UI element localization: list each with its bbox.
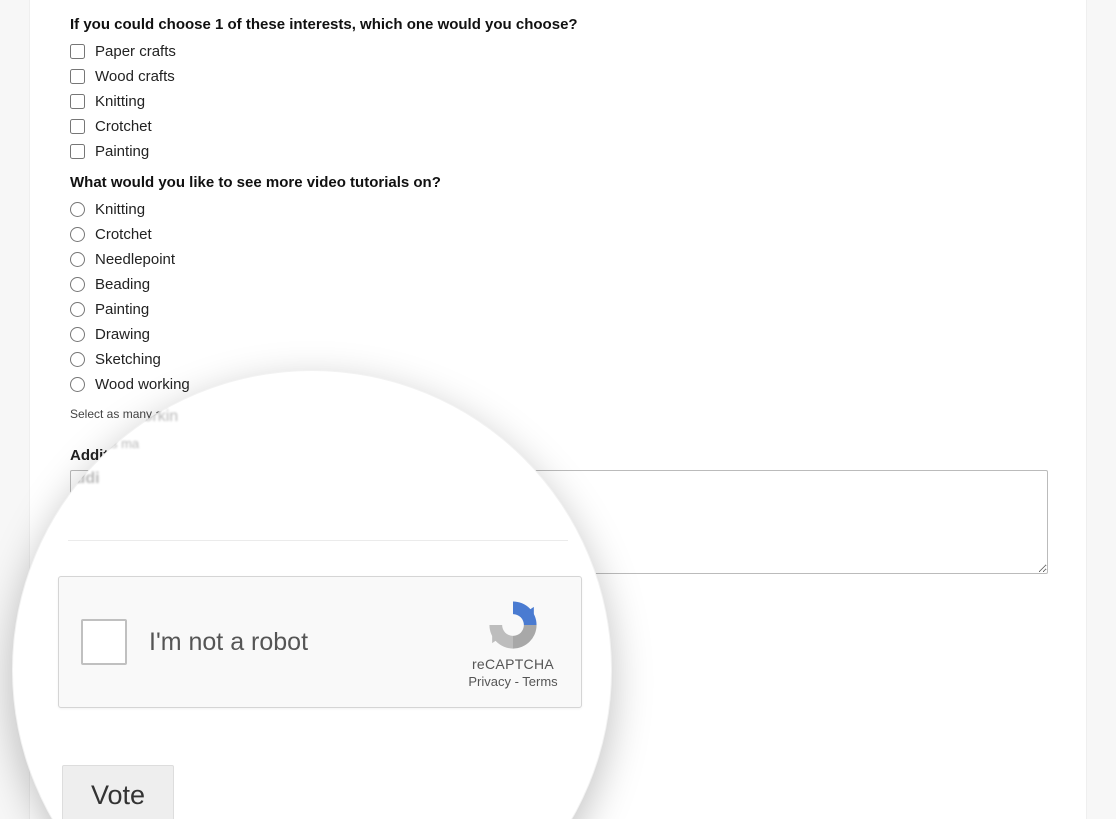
recaptcha-terms-link[interactable]: Terms (522, 674, 557, 689)
list-item: Paper crafts (70, 39, 1046, 64)
q1-option-label: Painting (95, 143, 149, 160)
recaptcha-checkbox[interactable] (81, 619, 127, 665)
q1-option-checkbox[interactable] (70, 94, 85, 109)
q2-option-radio[interactable] (70, 327, 85, 342)
recaptcha-label: I'm not a robot (149, 628, 441, 657)
recaptcha-brand: reCAPTCHA Privacy - Terms (463, 596, 563, 689)
list-item: Knitting (70, 197, 1046, 222)
list-item: Needlepoint (70, 247, 1046, 272)
q2-option-label: Knitting (95, 201, 145, 218)
recaptcha-privacy-link[interactable]: Privacy (468, 674, 511, 689)
question1-block: If you could choose 1 of these interests… (70, 16, 1046, 164)
list-item: Beading (70, 272, 1046, 297)
q2-option-radio[interactable] (70, 252, 85, 267)
list-item: Drawing (70, 322, 1046, 347)
q1-option-label: Crotchet (95, 118, 152, 135)
zoom-lens-content: Wood workin Select as ma Addi I'm not a … (12, 370, 612, 819)
q1-option-label: Wood crafts (95, 68, 175, 85)
vote-button-label: Vote (91, 780, 145, 811)
question1-label: If you could choose 1 of these interests… (70, 16, 1046, 33)
lens-echo-text: Wood workin (86, 408, 178, 426)
q2-option-label: Drawing (95, 326, 150, 343)
recaptcha-link-sep: - (511, 674, 522, 689)
question2-options: Knitting Crotchet Needlepoint Beading Pa… (70, 197, 1046, 397)
list-item: Painting (70, 139, 1046, 164)
q2-option-radio[interactable] (70, 202, 85, 217)
q1-option-checkbox[interactable] (70, 44, 85, 59)
vote-button[interactable]: Vote (62, 765, 174, 819)
recaptcha-widget: I'm not a robot reCAPTCHA Privacy - Term… (58, 576, 582, 708)
list-item: Crotchet (70, 114, 1046, 139)
recaptcha-logo-icon (484, 596, 542, 654)
q2-option-label: Sketching (95, 351, 161, 368)
lens-echo-text: Select as ma (64, 436, 139, 451)
list-item: Sketching (70, 347, 1046, 372)
q2-option-label: Beading (95, 276, 150, 293)
recaptcha-links: Privacy - Terms (468, 674, 557, 689)
zoom-lens: Wood workin Select as ma Addi I'm not a … (12, 370, 612, 819)
question1-options: Paper crafts Wood crafts Knitting Crotch… (70, 39, 1046, 164)
q2-option-radio[interactable] (70, 227, 85, 242)
list-item: Painting (70, 297, 1046, 322)
q2-option-radio[interactable] (70, 302, 85, 317)
list-item: Knitting (70, 89, 1046, 114)
question2-label: What would you like to see more video tu… (70, 174, 1046, 191)
q1-option-label: Knitting (95, 93, 145, 110)
q1-option-checkbox[interactable] (70, 69, 85, 84)
q2-option-radio[interactable] (70, 352, 85, 367)
q2-option-label: Crotchet (95, 226, 152, 243)
q1-option-label: Paper crafts (95, 43, 176, 60)
recaptcha-brand-name: reCAPTCHA (472, 656, 554, 672)
list-item: Wood crafts (70, 64, 1046, 89)
q1-option-checkbox[interactable] (70, 144, 85, 159)
q2-option-radio[interactable] (70, 277, 85, 292)
q2-option-label: Painting (95, 301, 149, 318)
lens-echo-text: Addi (64, 470, 100, 488)
lens-divider (68, 540, 568, 541)
zoom-lens-overlay: Wood workin Select as ma Addi I'm not a … (12, 370, 612, 819)
list-item: Crotchet (70, 222, 1046, 247)
q2-option-label: Needlepoint (95, 251, 175, 268)
q1-option-checkbox[interactable] (70, 119, 85, 134)
